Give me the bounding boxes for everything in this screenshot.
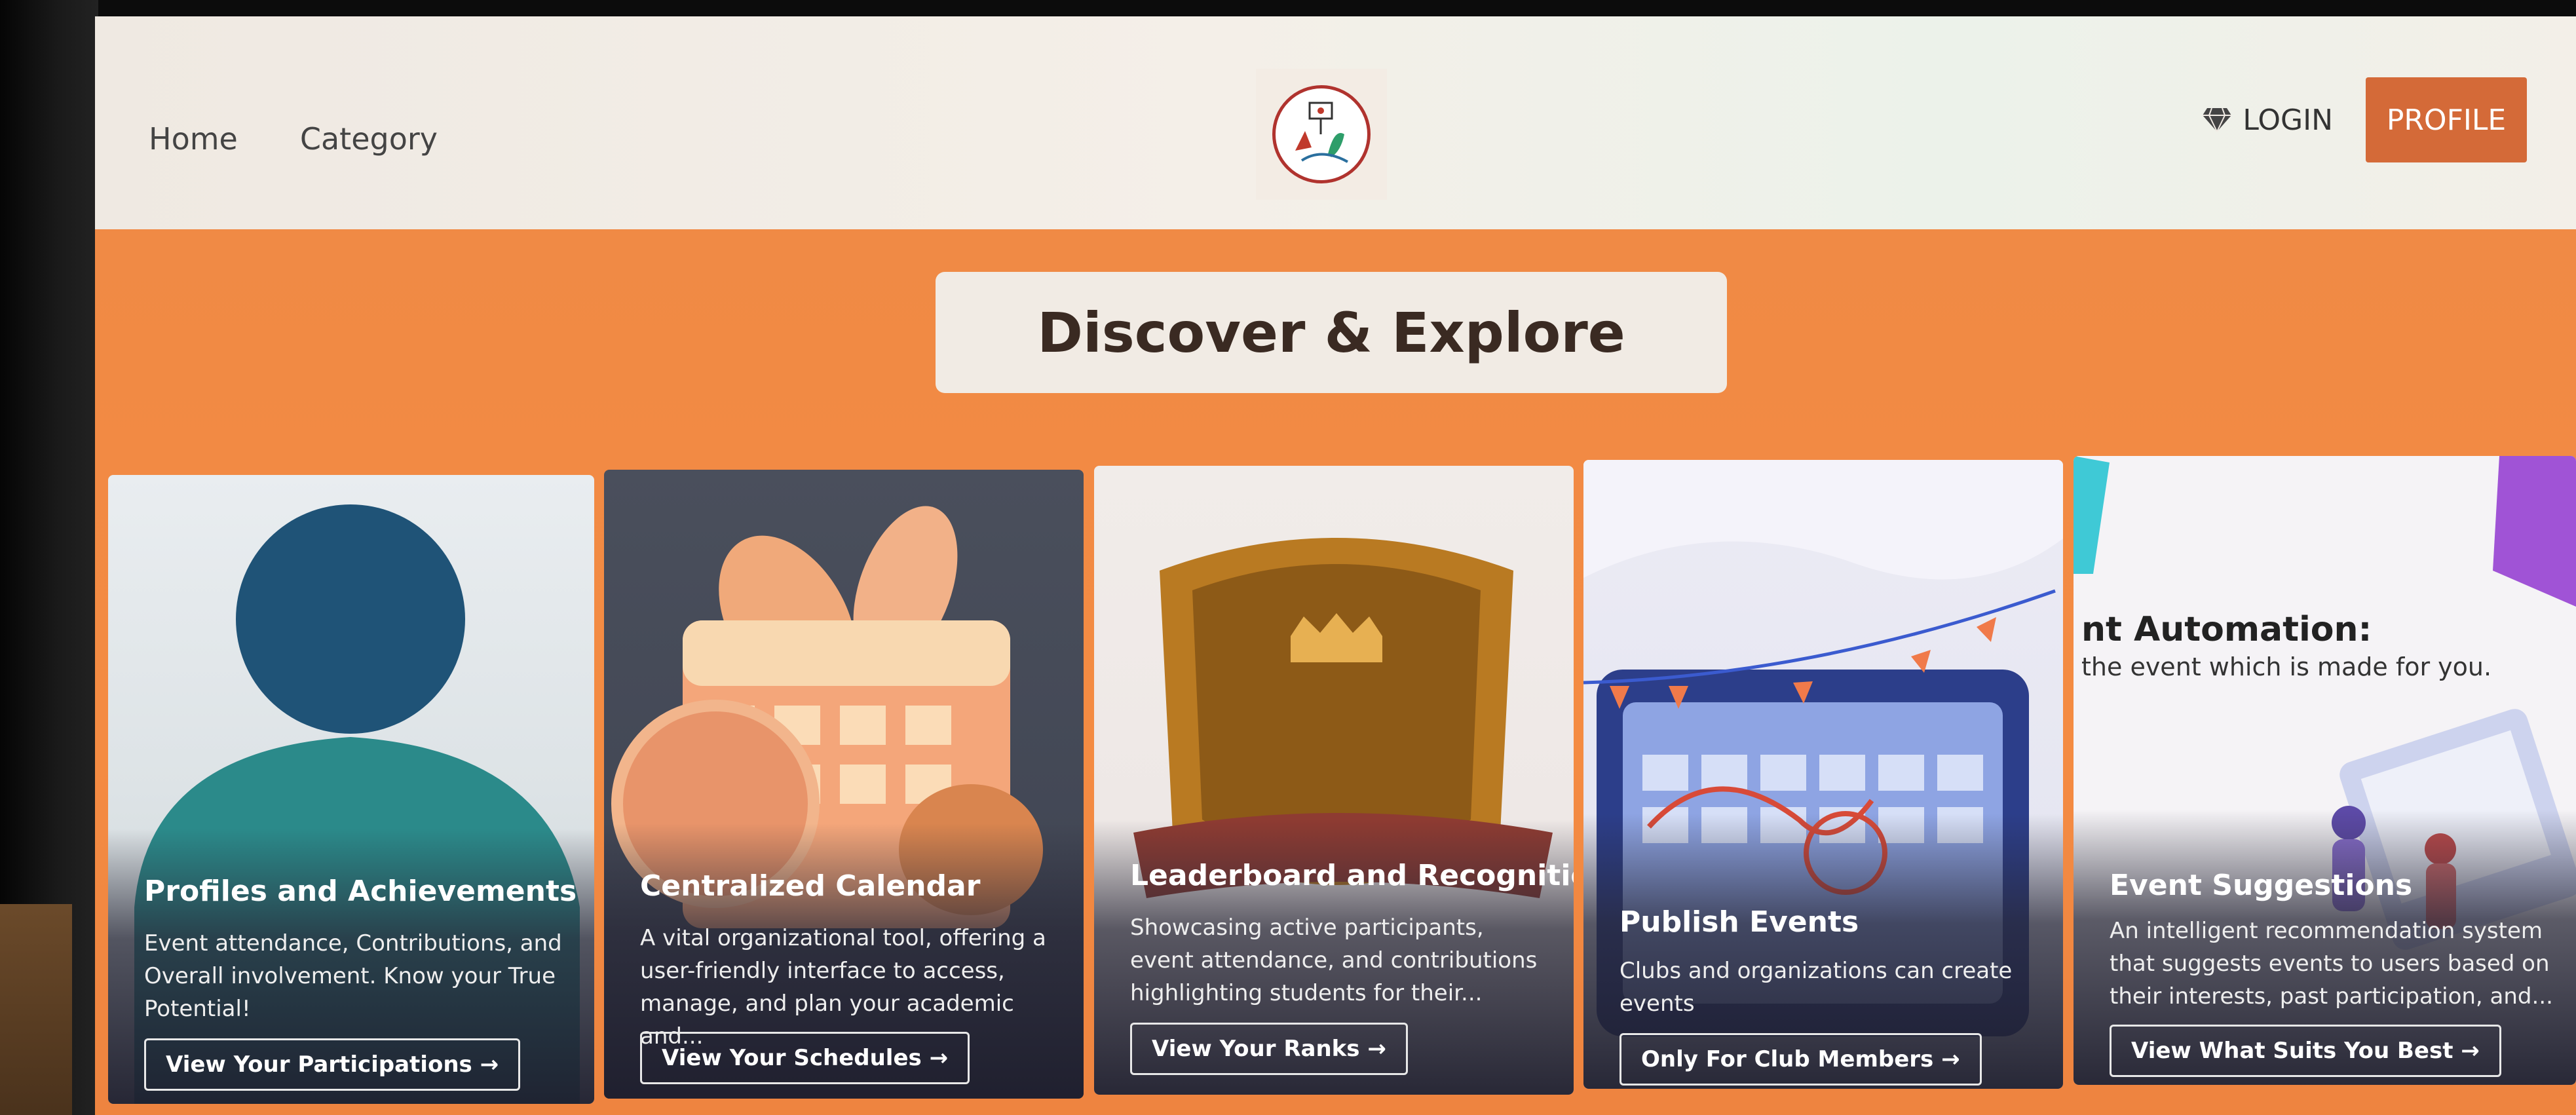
hero-title-box: Discover & Explore (936, 272, 1727, 393)
view-ranks-button[interactable]: View Your Ranks → (1130, 1023, 1408, 1075)
logo-emblem (1272, 85, 1371, 183)
site-logo[interactable] (1256, 69, 1387, 200)
view-schedules-button[interactable]: View Your Schedules → (640, 1032, 970, 1084)
automation-subheading: the event which is made for you. (2081, 652, 2491, 681)
desk-background (0, 904, 72, 1115)
profile-button[interactable]: PROFILE (2366, 77, 2527, 162)
nav-links: Home Category (149, 121, 438, 157)
nav-category-link[interactable]: Category (300, 121, 438, 157)
card-description: Event attendance, Contributions, and Ove… (144, 927, 563, 1025)
card-event-suggestions[interactable]: nt Automation: the event which is made f… (2074, 456, 2576, 1085)
browser-viewport: Home Category LOGIN (95, 16, 2576, 1115)
card-description: Clubs and organizations can create event… (1619, 954, 2039, 1020)
login-label: LOGIN (2243, 104, 2333, 137)
card-title: Leaderboard and Recognition (1130, 859, 1574, 892)
nav-actions: LOGIN PROFILE (2202, 77, 2527, 162)
card-leaderboard[interactable]: Leaderboard and Recognition Showcasing a… (1094, 466, 1574, 1095)
view-suggestions-button[interactable]: View What Suits You Best → (2110, 1025, 2501, 1077)
card-title: Centralized Calendar (640, 869, 980, 903)
club-members-button[interactable]: Only For Club Members → (1619, 1033, 1982, 1086)
card-title: Profiles and Achievements (144, 875, 577, 908)
card-description: Showcasing active participants, event at… (1130, 911, 1549, 1010)
card-publish-events[interactable]: Publish Events Clubs and organizations c… (1583, 460, 2063, 1089)
view-participations-button[interactable]: View Your Participations → (144, 1038, 520, 1091)
monitor-bezel-top (0, 0, 2576, 18)
automation-heading: nt Automation: (2081, 610, 2372, 649)
card-description: An intelligent recommendation system tha… (2110, 915, 2562, 1013)
card-title: Event Suggestions (2110, 869, 2412, 902)
card-profiles[interactable]: Profiles and Achievements Event attendan… (108, 475, 594, 1104)
navbar: Home Category LOGIN (95, 16, 2576, 229)
gem-icon (2202, 107, 2232, 133)
login-link[interactable]: LOGIN (2202, 104, 2333, 137)
hero-title: Discover & Explore (1037, 301, 1625, 365)
card-calendar[interactable]: Centralized Calendar A vital organizatio… (604, 470, 1084, 1099)
card-title: Publish Events (1619, 905, 1859, 939)
nav-home-link[interactable]: Home (149, 121, 238, 157)
